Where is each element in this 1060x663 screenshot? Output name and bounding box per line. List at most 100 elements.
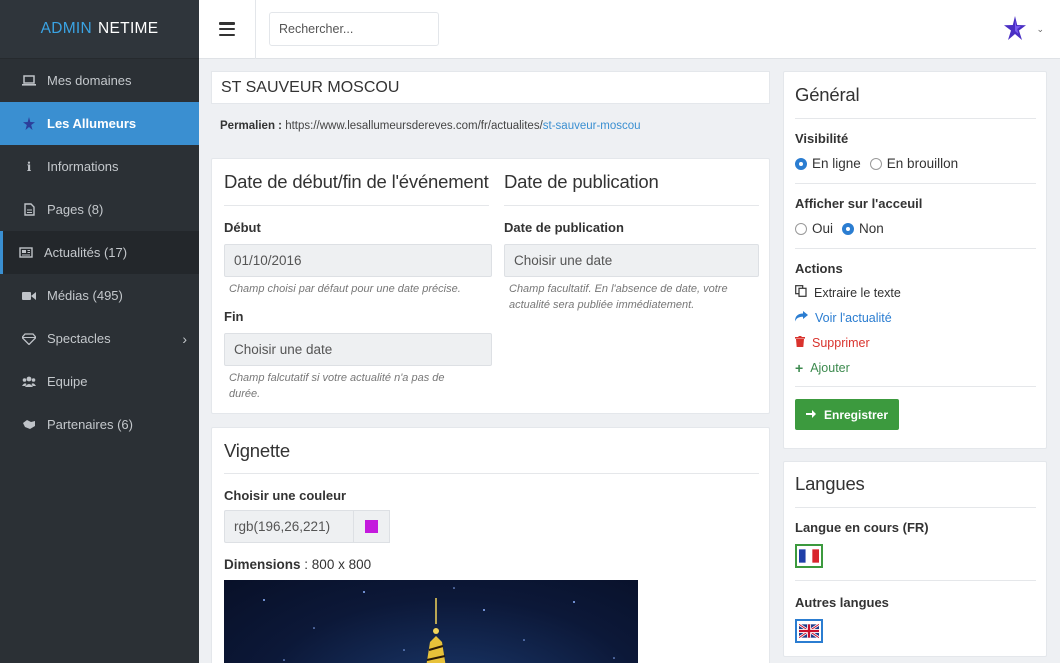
article-title-field[interactable]: ST SAUVEUR MOSCOU: [211, 71, 770, 104]
visibility-radio-group: En ligne En brouillon: [795, 156, 1036, 171]
event-dates-section: Date de début/fin de l'événement Début 0…: [224, 171, 492, 402]
sidebar-item-actualites[interactable]: Actualités (17): [0, 231, 199, 274]
publication-date-section: Date de publication Date de publication …: [504, 171, 759, 313]
current-language-label: Langue en cours (FR): [795, 520, 929, 535]
sidebar-nav: Mes domaines Les Allumeurs i Information…: [0, 59, 199, 446]
dates-panel: Date de début/fin de l'événement Début 0…: [211, 158, 770, 414]
article-title-value: ST SAUVEUR MOSCOU: [221, 78, 400, 96]
delete-action[interactable]: Supprimer: [795, 330, 1036, 355]
show-home-no-radio[interactable]: Non: [842, 221, 884, 236]
vignette-image[interactable]: [224, 580, 638, 663]
color-value: rgb(196,26,221): [234, 519, 331, 534]
languages-panel: Langues Langue en cours (FR) Autres lang…: [783, 461, 1047, 657]
topbar: ⌄: [199, 0, 1060, 59]
permalink-slug-link[interactable]: st-sauveur-moscou: [543, 120, 641, 132]
menu-toggle-icon[interactable]: [219, 22, 235, 36]
start-date-input[interactable]: 01/10/2016: [224, 244, 492, 277]
end-date-placeholder: Choisir une date: [234, 342, 333, 357]
brand-part-admin: ADMIN: [40, 20, 93, 37]
newspaper-icon: [19, 246, 33, 260]
add-label: Ajouter: [810, 360, 850, 375]
visibility-draft-radio[interactable]: En brouillon: [869, 156, 959, 171]
add-action[interactable]: + Ajouter: [795, 355, 1036, 380]
delete-label: Supprimer: [812, 335, 870, 350]
vignette-panel: Vignette Choisir une couleur rgb(196,26,…: [211, 427, 770, 663]
publication-date-label: Date de publication: [504, 220, 624, 235]
france-flag-icon: [799, 549, 819, 563]
save-label: Enregistrer: [824, 407, 889, 422]
permalink-base-url: https://www.lesallumeursdereves.com/fr/a…: [285, 120, 543, 132]
sidebar-item-spectacles[interactable]: Spectacles ›: [0, 317, 199, 360]
publication-date-input[interactable]: Choisir une date: [504, 244, 759, 277]
uk-flag-icon: [799, 624, 819, 638]
user-avatar-star-icon: [1004, 16, 1027, 43]
visibility-online-label: En ligne: [812, 156, 861, 171]
show-home-yes-radio[interactable]: Oui: [795, 221, 833, 236]
end-date-input[interactable]: Choisir une date: [224, 333, 492, 366]
sidebar-item-les-allumeurs[interactable]: Les Allumeurs: [0, 102, 199, 145]
color-value-input[interactable]: rgb(196,26,221): [224, 510, 353, 543]
sidebar-item-label: Equipe: [47, 374, 88, 389]
event-dates-heading: Date de début/fin de l'événement: [224, 171, 489, 192]
sidebar-item-medias[interactable]: Médias (495): [0, 274, 199, 317]
visibility-online-radio[interactable]: En ligne: [795, 156, 861, 171]
sidebar-item-partenaires[interactable]: Partenaires (6): [0, 403, 199, 446]
other-languages-label: Autres langues: [795, 595, 889, 610]
chevron-down-icon: ⌄: [1036, 24, 1044, 34]
dimensions-value: : 800 x 800: [304, 557, 372, 572]
end-date-label: Fin: [224, 309, 244, 324]
sidebar-item-informations[interactable]: i Informations: [0, 145, 199, 188]
sidebar-item-label: Partenaires (6): [47, 417, 133, 432]
sidebar-item-label: Actualités (17): [44, 245, 128, 260]
show-home-yes-label: Oui: [812, 221, 834, 236]
flag-en-button[interactable]: [795, 619, 823, 643]
general-section: Général Visibilité En ligne En brouillon…: [795, 84, 1036, 430]
view-article-action[interactable]: Voir l'actualité: [795, 305, 1036, 330]
divider: [795, 183, 1036, 184]
show-home-radio-group: Oui Non: [795, 221, 1036, 236]
radio-checked-icon: [795, 157, 807, 170]
visibility-label: Visibilité: [795, 131, 849, 146]
divider: [795, 580, 1036, 581]
languages-section: Langues Langue en cours (FR) Autres lang…: [795, 473, 1036, 643]
divider: [795, 507, 1036, 508]
general-heading: Général: [795, 84, 860, 105]
show-home-no-label: Non: [859, 221, 884, 236]
video-camera-icon: [22, 289, 36, 303]
search-input[interactable]: [269, 12, 439, 46]
divider: [795, 118, 1036, 119]
handshake-icon: [22, 418, 36, 432]
divider: [224, 205, 489, 206]
show-home-label: Afficher sur l'acceuil: [795, 196, 923, 211]
sidebar-item-pages[interactable]: Pages (8): [0, 188, 199, 231]
divider: [255, 0, 256, 59]
radio-checked-icon: [842, 222, 855, 235]
color-swatch-button[interactable]: [353, 510, 390, 543]
plus-icon: +: [795, 359, 804, 376]
save-button[interactable]: Enregistrer: [795, 399, 900, 430]
brand-logo[interactable]: ADMIN NETIME: [0, 0, 199, 59]
sidebar-item-mes-domaines[interactable]: Mes domaines: [0, 59, 199, 102]
radio-unchecked-icon: [795, 222, 807, 235]
share-arrow-icon: [795, 310, 808, 325]
actions-label: Actions: [795, 261, 843, 276]
divider: [795, 248, 1036, 249]
divider: [504, 205, 759, 206]
user-menu[interactable]: ⌄: [1004, 16, 1044, 43]
general-panel: Général Visibilité En ligne En brouillon…: [783, 71, 1047, 449]
extract-text-action[interactable]: Extraire le texte: [795, 280, 1036, 305]
sidebar-item-equipe[interactable]: Equipe: [0, 360, 199, 403]
trash-icon: [795, 335, 805, 350]
divider: [795, 386, 1036, 387]
color-picker[interactable]: rgb(196,26,221): [224, 510, 390, 543]
star-icon: [22, 117, 36, 131]
info-icon: i: [26, 159, 32, 174]
sidebar-item-label: Les Allumeurs: [47, 116, 137, 131]
end-date-help: Champ falcutatif si votre actualité n'a …: [224, 370, 489, 402]
flag-fr-button[interactable]: [795, 544, 823, 568]
visibility-draft-label: En brouillon: [886, 156, 959, 171]
sidebar-item-label: Pages (8): [47, 202, 104, 217]
dimensions: Dimensions : 800 x 800: [224, 557, 759, 572]
color-swatch: [365, 520, 378, 533]
publication-date-heading: Date de publication: [504, 171, 659, 192]
